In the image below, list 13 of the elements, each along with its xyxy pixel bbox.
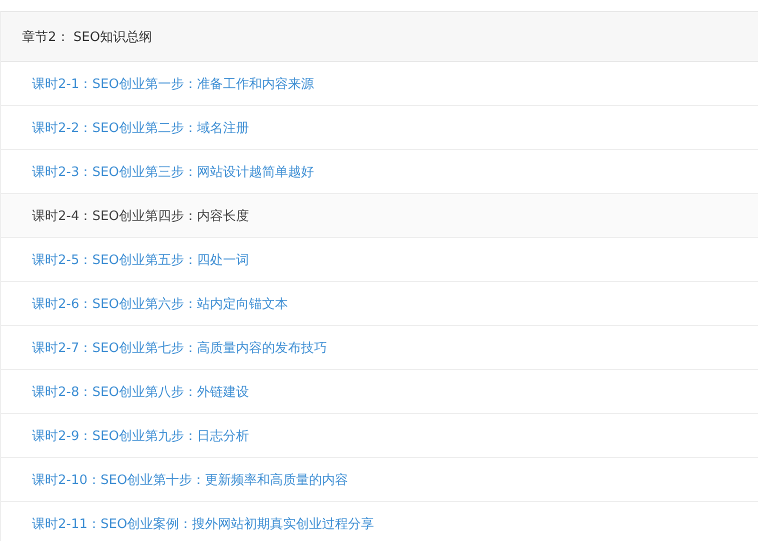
lesson-link[interactable]: 课时2-9：SEO创业第九步：日志分析 xyxy=(32,426,249,444)
lesson-row[interactable]: 课时2-4：SEO创业第四步：内容长度 xyxy=(1,194,758,238)
lesson-link[interactable]: 课时2-5：SEO创业第五步：四处一词 xyxy=(32,250,249,268)
lesson-link[interactable]: 课时2-8：SEO创业第八步：外链建设 xyxy=(32,382,249,400)
lesson-link[interactable]: 课时2-11：SEO创业案例：搜外网站初期真实创业过程分享 xyxy=(32,514,374,532)
chapter-title: 章节2： SEO知识总纲 xyxy=(22,28,152,46)
lesson-link[interactable]: 课时2-3：SEO创业第三步：网站设计越简单越好 xyxy=(32,162,314,180)
lesson-link[interactable]: 课时2-10：SEO创业第十步：更新频率和高质量的内容 xyxy=(32,470,348,488)
lesson-link[interactable]: 课时2-2：SEO创业第二步：域名注册 xyxy=(32,118,249,136)
lesson-link[interactable]: 课时2-1：SEO创业第一步：准备工作和内容来源 xyxy=(32,74,314,92)
lesson-link[interactable]: 课时2-7：SEO创业第七步：高质量内容的发布技巧 xyxy=(32,338,327,356)
lesson-link[interactable]: 课时2-6：SEO创业第六步：站内定向锚文本 xyxy=(32,294,288,312)
lesson-link[interactable]: 课时2-4：SEO创业第四步：内容长度 xyxy=(32,206,249,224)
